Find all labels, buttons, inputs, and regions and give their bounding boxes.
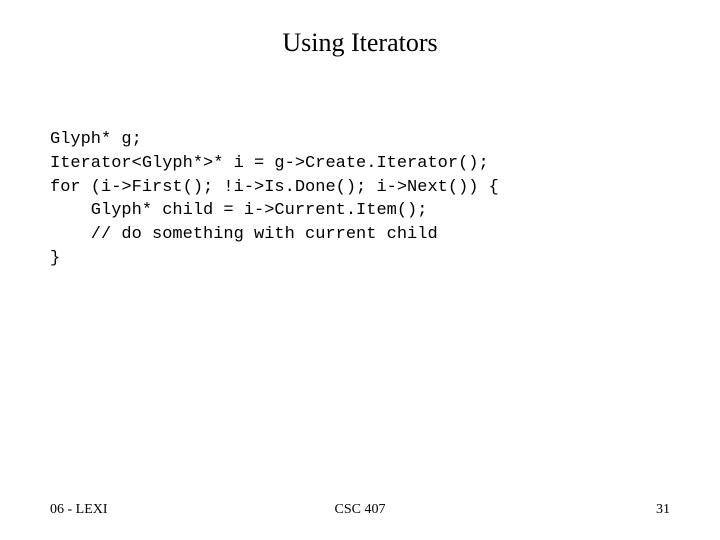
footer-center: CSC 407 [257, 502, 464, 518]
footer-left: 06 - LEXI [50, 502, 257, 518]
slide-footer: 06 - LEXI CSC 407 31 [0, 502, 720, 518]
slide-title: Using Iterators [50, 28, 670, 58]
slide-container: Using Iterators Glyph* g; Iterator<Glyph… [0, 0, 720, 540]
code-block: Glyph* g; Iterator<Glyph*>* i = g->Creat… [50, 128, 670, 271]
footer-page-number: 31 [463, 502, 670, 518]
